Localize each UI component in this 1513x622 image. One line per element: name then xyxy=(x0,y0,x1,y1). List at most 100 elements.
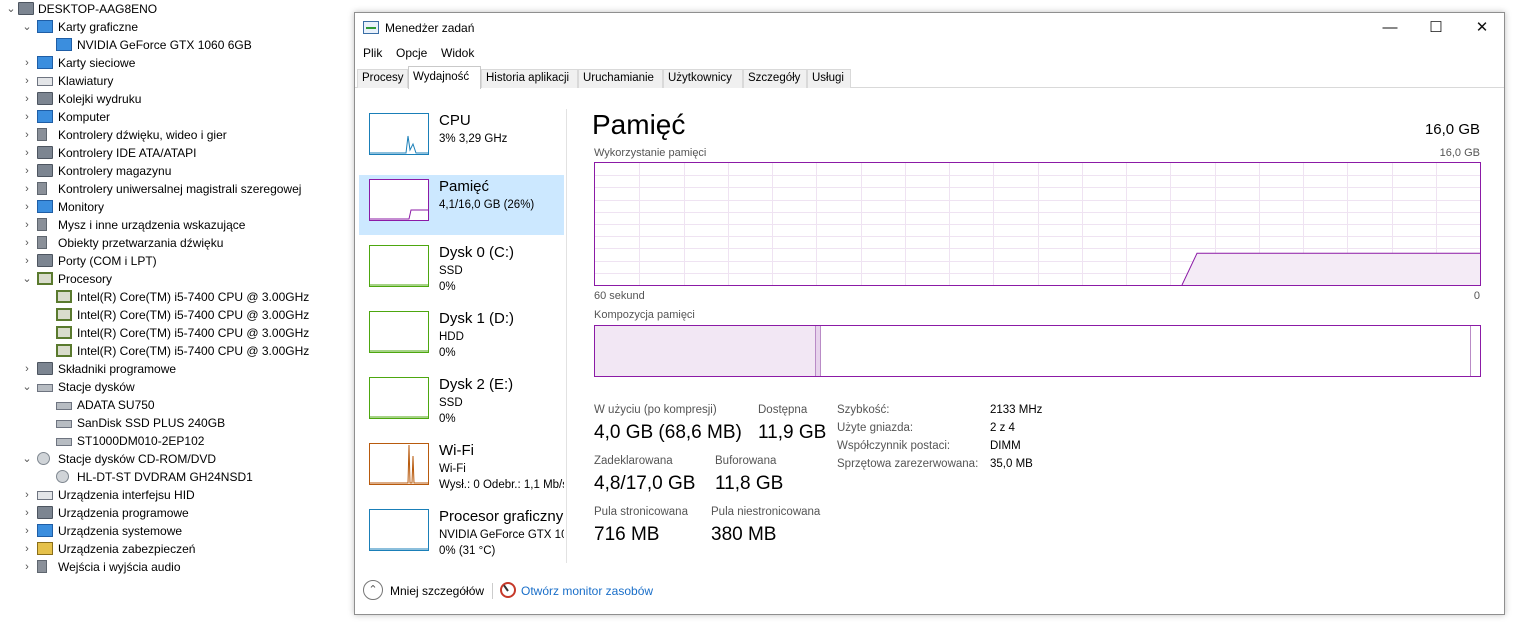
tree-item[interactable]: › Urządzenia zabezpieczeń xyxy=(0,540,350,558)
tree-item[interactable]: › Komputer xyxy=(0,108,350,126)
tree-item[interactable]: › Obiekty przetwarzania dźwięku xyxy=(0,234,350,252)
chevron-right-icon[interactable]: › xyxy=(20,162,34,180)
minimize-button[interactable]: — xyxy=(1367,13,1413,43)
title-bar[interactable]: Menedżer zadań — ☐ ✕ xyxy=(355,13,1504,43)
tree-item[interactable]: › Klawiatury xyxy=(0,72,350,90)
chevron-right-icon[interactable]: › xyxy=(20,144,34,162)
chevron-down-icon[interactable]: ⌄ xyxy=(20,270,34,288)
sidebar-item[interactable]: Dysk 0 (C:) SSD 0% xyxy=(359,241,564,301)
speaker-icon xyxy=(37,236,47,249)
chevron-right-icon[interactable]: › xyxy=(20,90,34,108)
graph-axis-right: 0 xyxy=(1473,290,1480,302)
tab-startup[interactable]: Uruchamianie xyxy=(578,69,663,88)
tree-item[interactable]: NVIDIA GeForce GTX 1060 6GB xyxy=(0,36,350,54)
chevron-right-icon[interactable]: › xyxy=(20,216,34,234)
tree-item[interactable]: › Urządzenia systemowe xyxy=(0,522,350,540)
chevron-right-icon[interactable]: › xyxy=(20,54,34,72)
sidebar-item[interactable]: Wi-Fi Wi-Fi Wysł.: 0 Odebr.: 1,1 Mb/s xyxy=(359,439,564,499)
close-button[interactable]: ✕ xyxy=(1459,13,1505,43)
sidebar-item[interactable]: Procesor graficzny 0 NVIDIA GeForce GTX 1… xyxy=(359,505,564,565)
tree-item[interactable]: › Kontrolery IDE ATA/ATAPI xyxy=(0,144,350,162)
chevron-right-icon[interactable]: › xyxy=(20,486,34,504)
chevron-down-icon[interactable]: ⌄ xyxy=(4,0,18,18)
tree-item[interactable]: ⌄ DESKTOP-AAG8ENO xyxy=(0,0,350,18)
tree-item[interactable]: › Mysz i inne urządzenia wskazujące xyxy=(0,216,350,234)
sidebar-item-name: Dysk 1 (D:) xyxy=(439,310,514,327)
chevron-right-icon[interactable]: › xyxy=(20,72,34,90)
available-value: 11,9 GB xyxy=(758,422,827,443)
tree-item[interactable]: Intel(R) Core(TM) i5-7400 CPU @ 3.00GHz xyxy=(0,288,350,306)
menu-view[interactable]: Widok xyxy=(441,46,474,60)
sidebar-item[interactable]: Dysk 1 (D:) HDD 0% xyxy=(359,307,564,367)
tree-item[interactable]: › Składniki programowe xyxy=(0,360,350,378)
tree-item[interactable]: ⌄ Stacje dysków CD-ROM/DVD xyxy=(0,450,350,468)
tab-performance[interactable]: Wydajność xyxy=(408,66,481,89)
tree-item[interactable]: › Wejścia i wyjścia audio xyxy=(0,558,350,576)
chevron-right-icon[interactable]: › xyxy=(20,522,34,540)
tree-item-label: Urządzenia interfejsu HID xyxy=(58,488,195,502)
tree-item[interactable]: › Kontrolery magazynu xyxy=(0,162,350,180)
tree-item[interactable]: › Karty sieciowe xyxy=(0,54,350,72)
menu-file[interactable]: Plik xyxy=(363,46,382,60)
tree-item-label: Składniki programowe xyxy=(58,362,177,376)
maximize-button[interactable]: ☐ xyxy=(1413,13,1459,43)
tree-item[interactable]: › Kontrolery uniwersalnej magistrali szer… xyxy=(0,180,350,198)
chevron-down-icon[interactable]: ⌄ xyxy=(20,18,34,36)
tab-processes[interactable]: Procesy xyxy=(357,69,408,88)
tab-details[interactable]: Szczegóły xyxy=(743,69,807,88)
sidebar-item[interactable]: Pamięć 4,1/16,0 GB (26%) xyxy=(359,175,564,235)
open-resource-monitor-link[interactable]: Otwórz monitor zasobów xyxy=(521,584,653,598)
sidebar-item[interactable]: Dysk 2 (E:) SSD 0% xyxy=(359,373,564,433)
tree-item[interactable]: › Porty (COM i LPT) xyxy=(0,252,350,270)
tree-item[interactable]: HL-DT-ST DVDRAM GH24NSD1 xyxy=(0,468,350,486)
tree-item[interactable]: Intel(R) Core(TM) i5-7400 CPU @ 3.00GHz xyxy=(0,324,350,342)
chevron-right-icon[interactable]: › xyxy=(20,180,34,198)
computer-icon xyxy=(18,2,34,15)
memory-composition-bar[interactable] xyxy=(594,325,1481,377)
chevron-right-icon[interactable]: › xyxy=(20,252,34,270)
sidebar-item[interactable]: CPU 3% 3,29 GHz xyxy=(359,109,564,169)
tree-item[interactable]: › Monitory xyxy=(0,198,350,216)
tree-item[interactable]: ADATA SU750 xyxy=(0,396,350,414)
chevron-right-icon[interactable]: › xyxy=(20,198,34,216)
chevron-right-icon[interactable]: › xyxy=(20,108,34,126)
memory-usage-chart xyxy=(595,163,1480,286)
tree-item[interactable]: ST1000DM010-2EP102 xyxy=(0,432,350,450)
tree-item[interactable]: Intel(R) Core(TM) i5-7400 CPU @ 3.00GHz xyxy=(0,306,350,324)
cached-value: 11,8 GB xyxy=(715,473,784,494)
chevron-down-icon[interactable]: ⌄ xyxy=(20,450,34,468)
tree-item[interactable]: Intel(R) Core(TM) i5-7400 CPU @ 3.00GHz xyxy=(0,342,350,360)
chevron-right-icon[interactable]: › xyxy=(20,558,34,576)
tree-item[interactable]: › Urządzenia interfejsu HID xyxy=(0,486,350,504)
tree-item-label: Monitory xyxy=(58,200,105,214)
chevron-up-icon[interactable]: ⌃ xyxy=(363,580,383,600)
chevron-right-icon[interactable]: › xyxy=(20,126,34,144)
fewer-details-button[interactable]: Mniej szczegółów xyxy=(390,584,484,598)
tab-users[interactable]: Użytkownicy xyxy=(663,69,743,88)
chevron-right-icon[interactable]: › xyxy=(20,504,34,522)
tree-item-label: Kontrolery dźwięku, wideo i gier xyxy=(58,128,227,142)
chevron-right-icon[interactable]: › xyxy=(20,540,34,558)
tab-app-history[interactable]: Historia aplikacji xyxy=(481,69,578,88)
memory-panel: Pamięć 16,0 GB Wykorzystanie pamięci 16,… xyxy=(592,109,1482,563)
tree-item[interactable]: ⌄ Stacje dysków xyxy=(0,378,350,396)
tree-item[interactable]: SanDisk SSD PLUS 240GB xyxy=(0,414,350,432)
in-use-value: 4,0 GB (68,6 MB) xyxy=(594,422,742,443)
tab-services[interactable]: Usługi xyxy=(807,69,851,88)
menu-options[interactable]: Opcje xyxy=(396,46,427,60)
sidebar-thumbnail xyxy=(369,113,429,155)
composition-in-use xyxy=(595,326,816,376)
chevron-right-icon[interactable]: › xyxy=(20,234,34,252)
tree-item[interactable]: › Urządzenia programowe xyxy=(0,504,350,522)
hardware-reserved-value: 35,0 MB xyxy=(990,458,1033,470)
disk-drive-icon xyxy=(56,420,72,428)
tree-item[interactable]: ⌄ Karty graficzne xyxy=(0,18,350,36)
committed-label: Zadeklarowana xyxy=(594,455,673,467)
chevron-down-icon[interactable]: ⌄ xyxy=(20,378,34,396)
chevron-right-icon[interactable]: › xyxy=(20,360,34,378)
window-title: Menedżer zadań xyxy=(385,21,475,35)
tree-item[interactable]: ⌄ Procesory xyxy=(0,270,350,288)
nonpaged-pool-value: 380 MB xyxy=(711,524,777,545)
tree-item[interactable]: › Kolejki wydruku xyxy=(0,90,350,108)
tree-item[interactable]: › Kontrolery dźwięku, wideo i gier xyxy=(0,126,350,144)
